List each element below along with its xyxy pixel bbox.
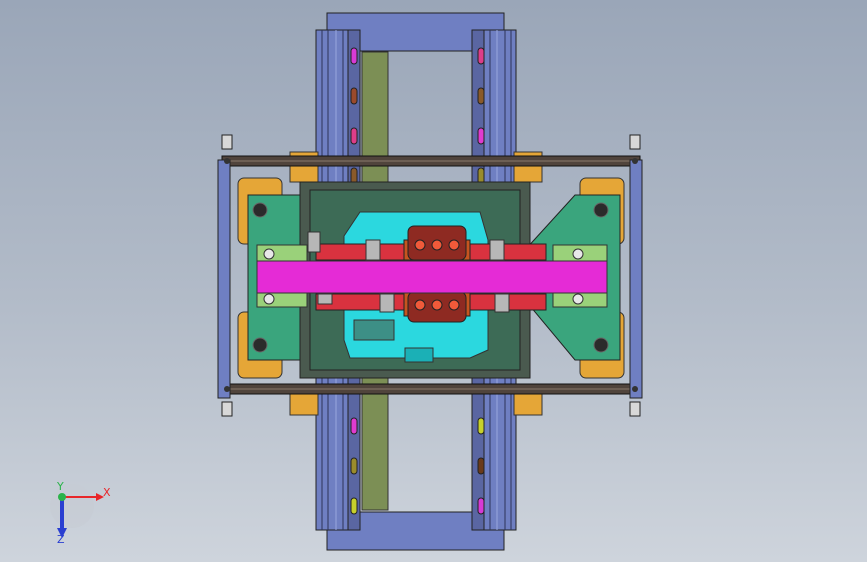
cad-viewport[interactable]: X Y Z: [0, 0, 867, 562]
rail-slot-marker: [477, 127, 485, 145]
rail-slot-marker: [350, 47, 358, 65]
rail-slot-marker: [350, 457, 358, 475]
rail-slot-marker: [477, 417, 485, 435]
rail-slot-marker: [477, 457, 485, 475]
rail-slot-marker: [350, 87, 358, 105]
rail-slot-marker: [350, 127, 358, 145]
triad-y-label: Y: [57, 480, 64, 493]
rail-slot-marker: [350, 497, 358, 515]
rail-slot-marker: [477, 47, 485, 65]
rail-slot-marker: [477, 497, 485, 515]
assembly-drawing: [50, 12, 643, 551]
triad-z-label: Z: [57, 533, 65, 546]
rail-slot-marker: [477, 87, 485, 105]
triad-x-label: X: [103, 486, 111, 499]
rail-slot-marker: [350, 417, 358, 435]
magenta-workpiece-bar: [256, 260, 608, 294]
